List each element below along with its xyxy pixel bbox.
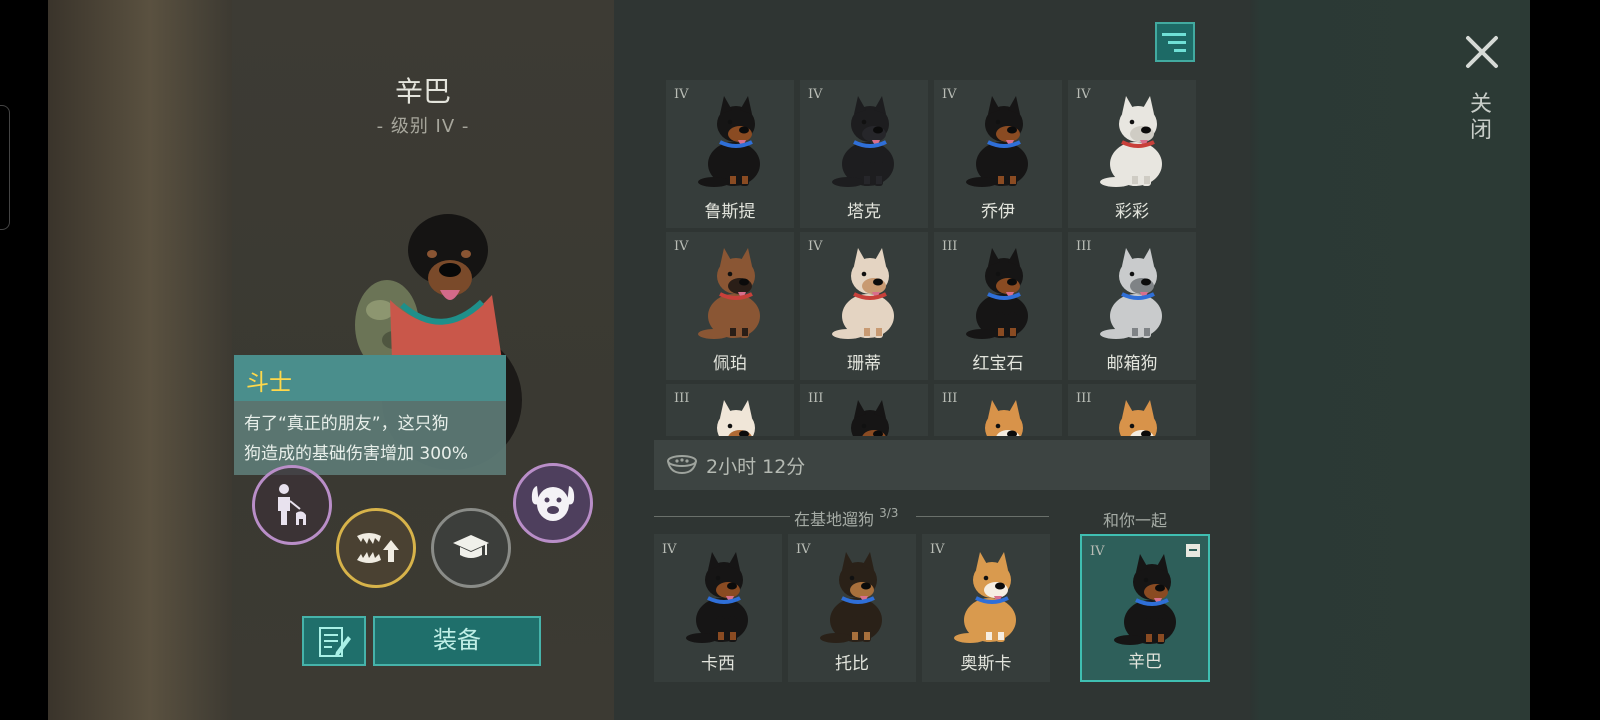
- food-timer-bar: 2小时 12分: [654, 440, 1210, 490]
- dog-card[interactable]: III: [800, 384, 928, 436]
- perk-title: 斗士: [234, 355, 506, 401]
- close-label[interactable]: 关闭: [1468, 92, 1494, 144]
- perk-description: 有了“真正的朋友”，这只狗 狗造成的基础伤害增加 300%: [234, 401, 506, 475]
- walking-dog-card[interactable]: IV 奥斯卡: [922, 534, 1050, 682]
- fang-upgrade-icon: [357, 533, 399, 563]
- dog-name: 珊蒂: [847, 354, 881, 374]
- dog-roster-panel: IV 鲁斯提 IV 塔克 IV 乔伊 IV 彩彩 IV 佩珀 IV 珊蒂 III…: [614, 0, 1250, 720]
- with-you-card[interactable]: IV 辛巴: [1080, 534, 1210, 682]
- dog-name: 塔克: [847, 202, 881, 222]
- dog-portrait: [698, 248, 760, 339]
- skill-walk-button[interactable]: [252, 465, 332, 545]
- device-edge: [0, 105, 10, 230]
- dog-portrait: [985, 400, 1023, 436]
- dog-card[interactable]: III 邮箱狗: [1068, 232, 1196, 380]
- dog-portrait: [820, 552, 882, 643]
- filter-icon: [1168, 41, 1186, 44]
- skill-dog-face-button[interactable]: [513, 463, 593, 543]
- dog-name: 辛巴: [394, 75, 451, 108]
- dog-card[interactable]: III 红宝石: [934, 232, 1062, 380]
- graduation-cap-icon: [453, 535, 489, 558]
- dog-card[interactable]: IV 彩彩: [1068, 80, 1196, 228]
- dog-name: 卡西: [701, 654, 735, 674]
- walking-dog-card[interactable]: IV 托比: [788, 534, 916, 682]
- dog-name: 奥斯卡: [960, 654, 1012, 674]
- dog-portrait: [851, 400, 889, 436]
- dog-portrait: [954, 552, 1016, 643]
- dog-card[interactable]: IV 鲁斯提: [666, 80, 794, 228]
- dog-card[interactable]: IV 塔克: [800, 80, 928, 228]
- divider: [654, 516, 794, 517]
- dog-portrait: [686, 552, 748, 643]
- dog-portrait: [1100, 96, 1162, 187]
- walk-with-dog-icon: [278, 484, 306, 525]
- dog-card[interactable]: IV 珊蒂: [800, 232, 928, 380]
- dog-portrait: [966, 96, 1028, 187]
- game-screen: 辛巴 - 级别 IV - 斗士 有了“真正的朋友”，这只狗 狗造成的基础伤害增加…: [0, 0, 1600, 720]
- dog-name: 辛巴: [1128, 652, 1162, 672]
- dog-name: 邮箱狗: [1106, 354, 1158, 374]
- dog-portrait: [698, 96, 760, 187]
- dog-portrait: [1114, 554, 1176, 645]
- dog-detail-panel: 辛巴 - 级别 IV - 斗士 有了“真正的朋友”，这只狗 狗造成的基础伤害增加…: [232, 0, 614, 720]
- dog-card[interactable]: IV 乔伊: [934, 80, 1062, 228]
- food-bowl-icon: [667, 455, 697, 475]
- dog-card[interactable]: III: [666, 384, 794, 436]
- dog-portrait: [832, 248, 894, 339]
- dog-card[interactable]: III: [1068, 384, 1196, 436]
- perk-tooltip: 斗士 有了“真正的朋友”，这只狗 狗造成的基础伤害增加 300%: [234, 355, 506, 475]
- dog-name: 彩彩: [1115, 202, 1149, 222]
- food-timer-text: 2小时 12分: [706, 456, 806, 478]
- skill-training-button[interactable]: [431, 508, 511, 588]
- dog-level: - 级别 IV -: [376, 116, 470, 137]
- dog-portrait: [1119, 400, 1157, 436]
- skill-fang-upgrade-button[interactable]: [336, 508, 416, 588]
- filter-icon: [1162, 33, 1186, 36]
- divider: [916, 516, 1049, 517]
- filter-icon: [1174, 49, 1186, 52]
- dog-roster-grid[interactable]: IV 鲁斯提 IV 塔克 IV 乔伊 IV 彩彩 IV 佩珀 IV 珊蒂 III…: [666, 80, 1214, 436]
- note-button[interactable]: [302, 616, 366, 666]
- note-edit-icon: [319, 627, 351, 657]
- dog-name: 乔伊: [981, 202, 1015, 222]
- walk-section-label: 在基地遛狗: [794, 510, 875, 529]
- dog-card[interactable]: III: [934, 384, 1062, 436]
- filter-button[interactable]: [1155, 22, 1195, 62]
- walk-section-title: 在基地遛狗 3/3: [790, 506, 903, 530]
- perk-description-line: 狗造成的基础伤害增加 300%: [244, 444, 469, 464]
- dog-name: 红宝石: [972, 354, 1024, 374]
- dog-portrait: [717, 400, 755, 436]
- close-icon[interactable]: [1462, 32, 1502, 72]
- dog-portrait: [1100, 248, 1162, 339]
- dog-name: 佩珀: [713, 354, 747, 374]
- perk-description-line: 有了“真正的朋友”，这只狗: [244, 414, 449, 434]
- dog-face-icon: [531, 486, 575, 521]
- with-you-label: 和你一起: [1102, 511, 1167, 530]
- dog-name: 托比: [835, 654, 869, 674]
- dog-portrait: [832, 96, 894, 187]
- walk-section-count: 3/3: [879, 506, 899, 520]
- walk-section-header: 在基地遛狗 3/3: [654, 506, 1049, 530]
- dog-name: 鲁斯提: [704, 202, 756, 222]
- walking-dog-card[interactable]: IV 卡西: [654, 534, 782, 682]
- equip-button[interactable]: 装备: [373, 616, 541, 666]
- dog-portrait: [966, 248, 1028, 339]
- dog-card[interactable]: IV 佩珀: [666, 232, 794, 380]
